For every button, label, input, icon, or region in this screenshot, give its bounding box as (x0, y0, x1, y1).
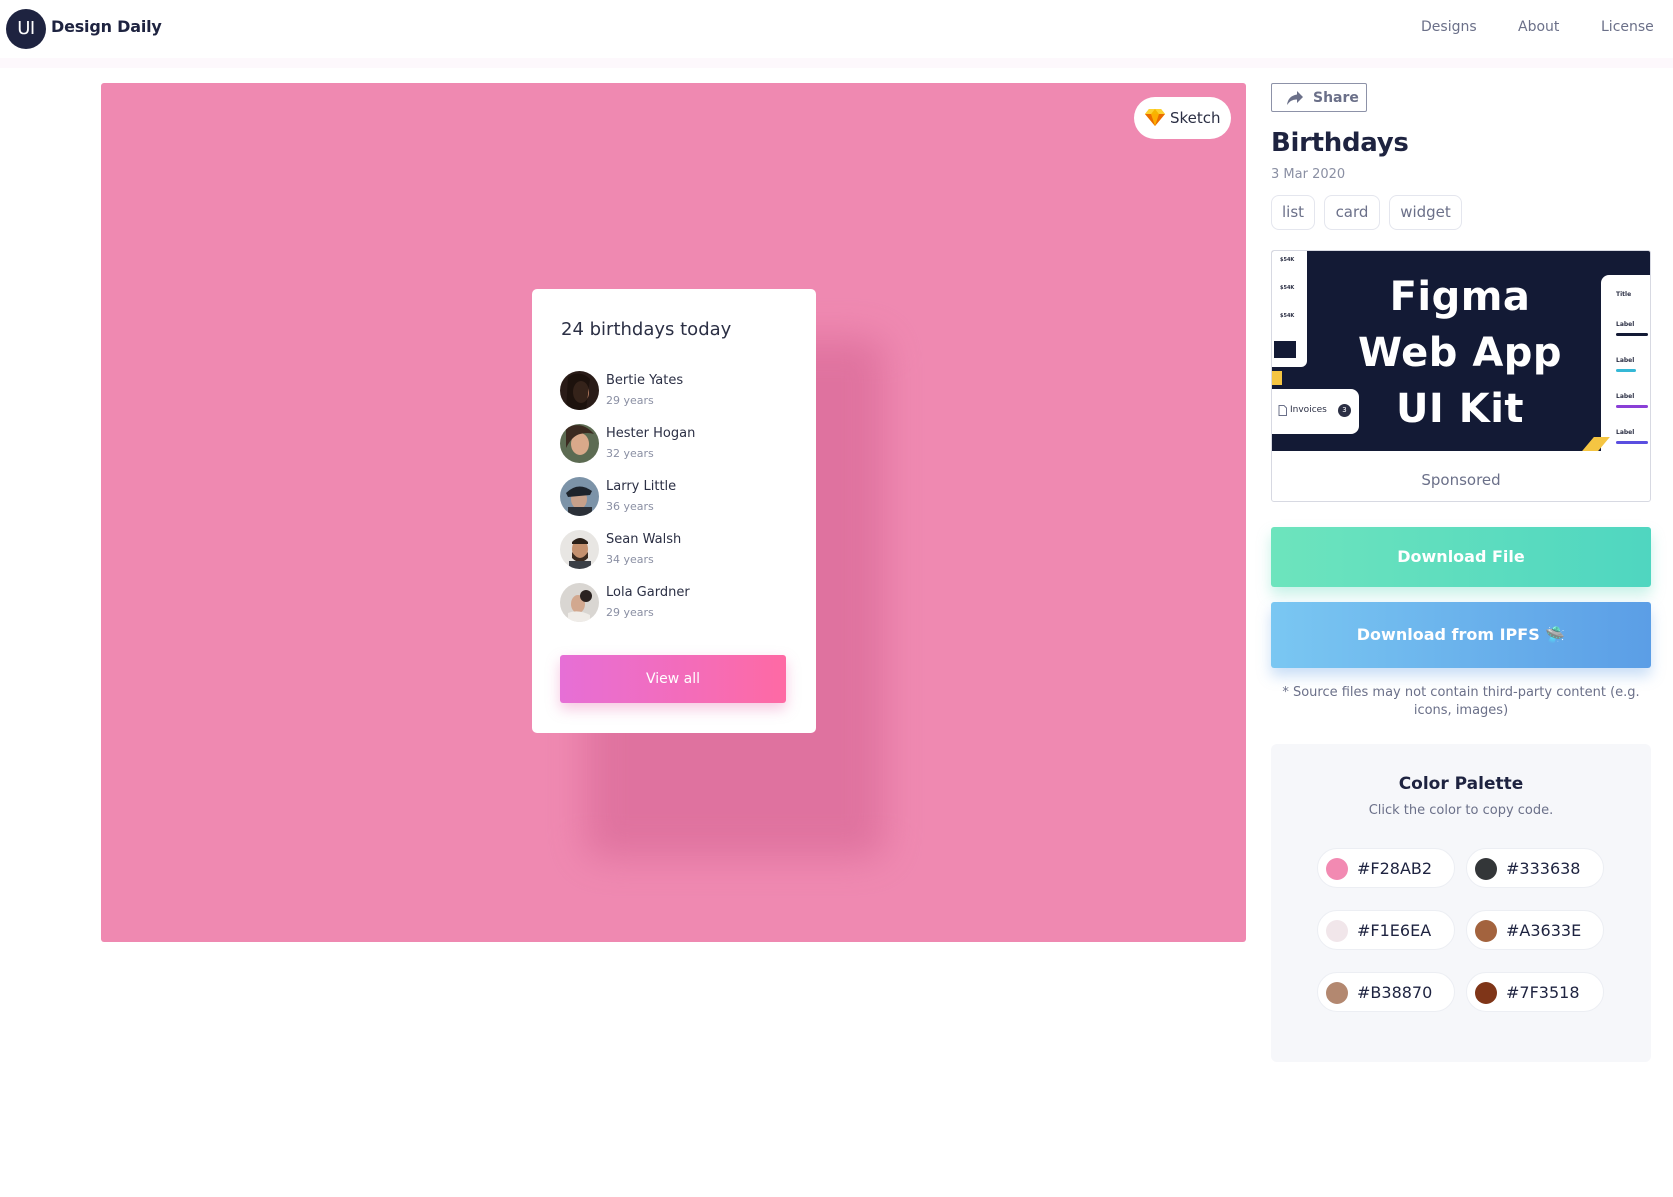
swatch-code: #333638 (1506, 859, 1581, 878)
palette-title: Color Palette (1398, 774, 1524, 794)
list-item: Lola Gardner 29 years (560, 583, 800, 627)
color-swatch[interactable]: #B38870 (1317, 972, 1455, 1012)
avatar (560, 477, 599, 516)
swatch-dot (1475, 858, 1497, 880)
list-item: Sean Walsh 34 years (560, 530, 800, 574)
avatar (560, 530, 599, 569)
color-swatch[interactable]: #F1E6EA (1317, 910, 1455, 950)
person-age: 36 years (606, 500, 654, 513)
ad-heading-line: Figma (1389, 274, 1531, 320)
ad-mini-value: $54K (1280, 285, 1295, 291)
ad-side-label: Label (1616, 357, 1635, 364)
ad-mini-value: $54K (1280, 313, 1295, 319)
color-swatch[interactable]: #A3633E (1466, 910, 1604, 950)
ad-side-label: Label (1616, 429, 1635, 436)
swatch-dot (1475, 982, 1497, 1004)
ad-image[interactable]: $54K $54K $54K Invoices 3 Figma Web App … (1272, 251, 1650, 451)
swatch-dot (1475, 920, 1497, 942)
list-item: Hester Hogan 32 years (560, 424, 800, 468)
ad-mini-panel: $54K $54K $54K (1272, 251, 1307, 367)
person-age: 29 years (606, 394, 654, 407)
birthday-card: 24 birthdays today Bertie Yates 29 years… (532, 289, 816, 733)
swatch-code: #7F3518 (1506, 983, 1580, 1002)
site-header: UI Design Daily Designs About License (0, 0, 1673, 58)
ad-heading: Figma Web App UI Kit (1340, 269, 1580, 437)
nav-license[interactable]: License (1601, 19, 1654, 35)
color-palette: Color Palette Click the color to copy co… (1271, 744, 1651, 1062)
ad-mini-value: $54K (1280, 257, 1295, 263)
palette-subtitle: Click the color to copy code. (1368, 803, 1554, 818)
person-age: 34 years (606, 553, 654, 566)
person-age: 29 years (606, 606, 654, 619)
person-age: 32 years (606, 447, 654, 460)
header-divider (0, 58, 1673, 68)
ad-mini-block (1274, 341, 1296, 358)
page-title: Birthdays (1271, 128, 1409, 158)
swatch-code: #A3633E (1506, 921, 1582, 940)
document-icon (1278, 405, 1287, 416)
ad-invoice-label: Invoices (1290, 405, 1327, 415)
tag-card[interactable]: card (1324, 195, 1380, 230)
list-item: Bertie Yates 29 years (560, 371, 800, 415)
view-all-button[interactable]: View all (560, 655, 786, 703)
sketch-badge[interactable]: Sketch (1134, 97, 1231, 139)
nav-about[interactable]: About (1518, 19, 1559, 35)
color-swatch[interactable]: #7F3518 (1466, 972, 1604, 1012)
ad-side-line (1616, 405, 1648, 408)
person-name: Larry Little (606, 479, 677, 494)
ad-side-label: Label (1616, 393, 1635, 400)
ad-side-label: Label (1616, 321, 1635, 328)
ad-side-line (1616, 333, 1648, 336)
person-name: Lola Gardner (606, 585, 690, 600)
color-swatch[interactable]: #333638 (1466, 848, 1604, 888)
person-name: Hester Hogan (606, 426, 696, 441)
sketch-label: Sketch (1170, 109, 1221, 127)
source-note: * Source files may not contain third-par… (1282, 685, 1640, 718)
ad-accent (1272, 371, 1282, 385)
swatch-dot (1326, 982, 1348, 1004)
tag-widget[interactable]: widget (1389, 195, 1462, 230)
tag-list[interactable]: list (1271, 195, 1315, 230)
person-name: Sean Walsh (606, 532, 682, 547)
publish-date: 3 Mar 2020 (1271, 167, 1346, 182)
design-preview: Sketch 24 birthdays today Bertie Yates 2… (101, 83, 1246, 942)
avatar (560, 371, 599, 410)
swatch-code: #F28AB2 (1357, 859, 1433, 878)
brand-name[interactable]: Design Daily (51, 17, 162, 36)
list-item: Larry Little 36 years (560, 477, 800, 521)
ad-heading-line: UI Kit (1395, 386, 1525, 432)
swatch-code: #B38870 (1357, 983, 1433, 1002)
avatar (560, 424, 599, 463)
sponsored-ad[interactable]: $54K $54K $54K Invoices 3 Figma Web App … (1271, 250, 1651, 502)
nav-designs[interactable]: Designs (1421, 19, 1477, 35)
share-label: Share (1313, 90, 1359, 106)
ad-side-panel: Title Label Label Label Label (1601, 275, 1650, 451)
person-name: Bertie Yates (606, 373, 684, 388)
sponsored-label: Sponsored (1421, 471, 1501, 489)
avatar (560, 583, 599, 622)
share-button[interactable]: Share (1271, 83, 1367, 112)
card-title: 24 birthdays today (561, 319, 732, 340)
logo[interactable]: UI (6, 9, 46, 49)
swatch-code: #F1E6EA (1357, 921, 1432, 940)
download-ipfs-button[interactable]: Download from IPFS 🛸 (1271, 602, 1651, 668)
swatch-dot (1326, 920, 1348, 942)
sketch-icon (1145, 109, 1165, 126)
swatch-dot (1326, 858, 1348, 880)
ad-side-line (1616, 441, 1648, 444)
ad-heading-line: Web App (1357, 330, 1563, 376)
ad-side-line (1616, 369, 1636, 372)
download-file-button[interactable]: Download File (1271, 527, 1651, 587)
ad-side-title: Title (1616, 291, 1632, 298)
color-swatch[interactable]: #F28AB2 (1317, 848, 1455, 888)
share-icon (1287, 91, 1303, 105)
